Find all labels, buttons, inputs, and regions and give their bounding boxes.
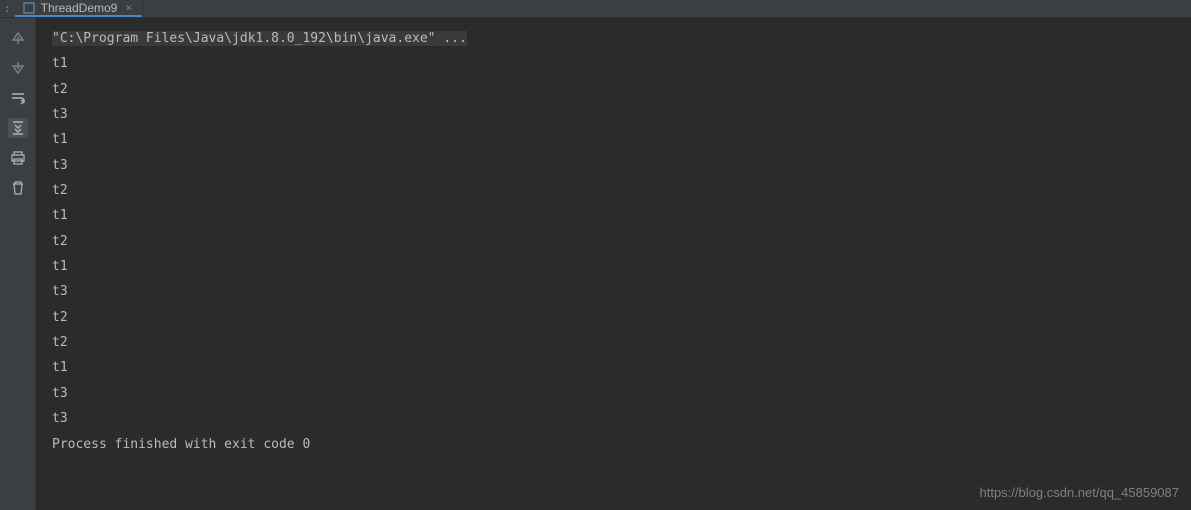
tab-title: ThreadDemo9 bbox=[41, 1, 118, 15]
console-toolbar bbox=[0, 18, 36, 510]
trash-icon[interactable] bbox=[8, 178, 28, 198]
main-area: "C:\Program Files\Java\jdk1.8.0_192\bin\… bbox=[0, 18, 1191, 510]
tab-separator bbox=[142, 0, 143, 17]
watermark: https://blog.csdn.net/qq_45859087 bbox=[980, 485, 1180, 500]
print-icon[interactable] bbox=[8, 148, 28, 168]
tab-bar: : ThreadDemo9 × bbox=[0, 0, 1191, 18]
prefix-label: : bbox=[0, 2, 15, 15]
close-icon[interactable]: × bbox=[123, 1, 134, 14]
arrow-down-icon[interactable] bbox=[8, 58, 28, 78]
console-output[interactable]: "C:\Program Files\Java\jdk1.8.0_192\bin\… bbox=[36, 18, 1191, 510]
command-line: "C:\Program Files\Java\jdk1.8.0_192\bin\… bbox=[52, 31, 467, 46]
exit-message: Process finished with exit code 0 bbox=[52, 432, 1175, 457]
soft-wrap-icon[interactable] bbox=[8, 88, 28, 108]
arrow-up-icon[interactable] bbox=[8, 28, 28, 48]
output-lines: t1 t2 t3 t1 t3 t2 t1 t2 t1 t3 t2 t2 t1 t… bbox=[52, 56, 68, 426]
scroll-to-end-icon[interactable] bbox=[8, 118, 28, 138]
run-config-icon bbox=[23, 2, 35, 14]
tab-threaddemo9[interactable]: ThreadDemo9 × bbox=[15, 0, 142, 17]
tab-container: ThreadDemo9 × bbox=[15, 0, 143, 17]
